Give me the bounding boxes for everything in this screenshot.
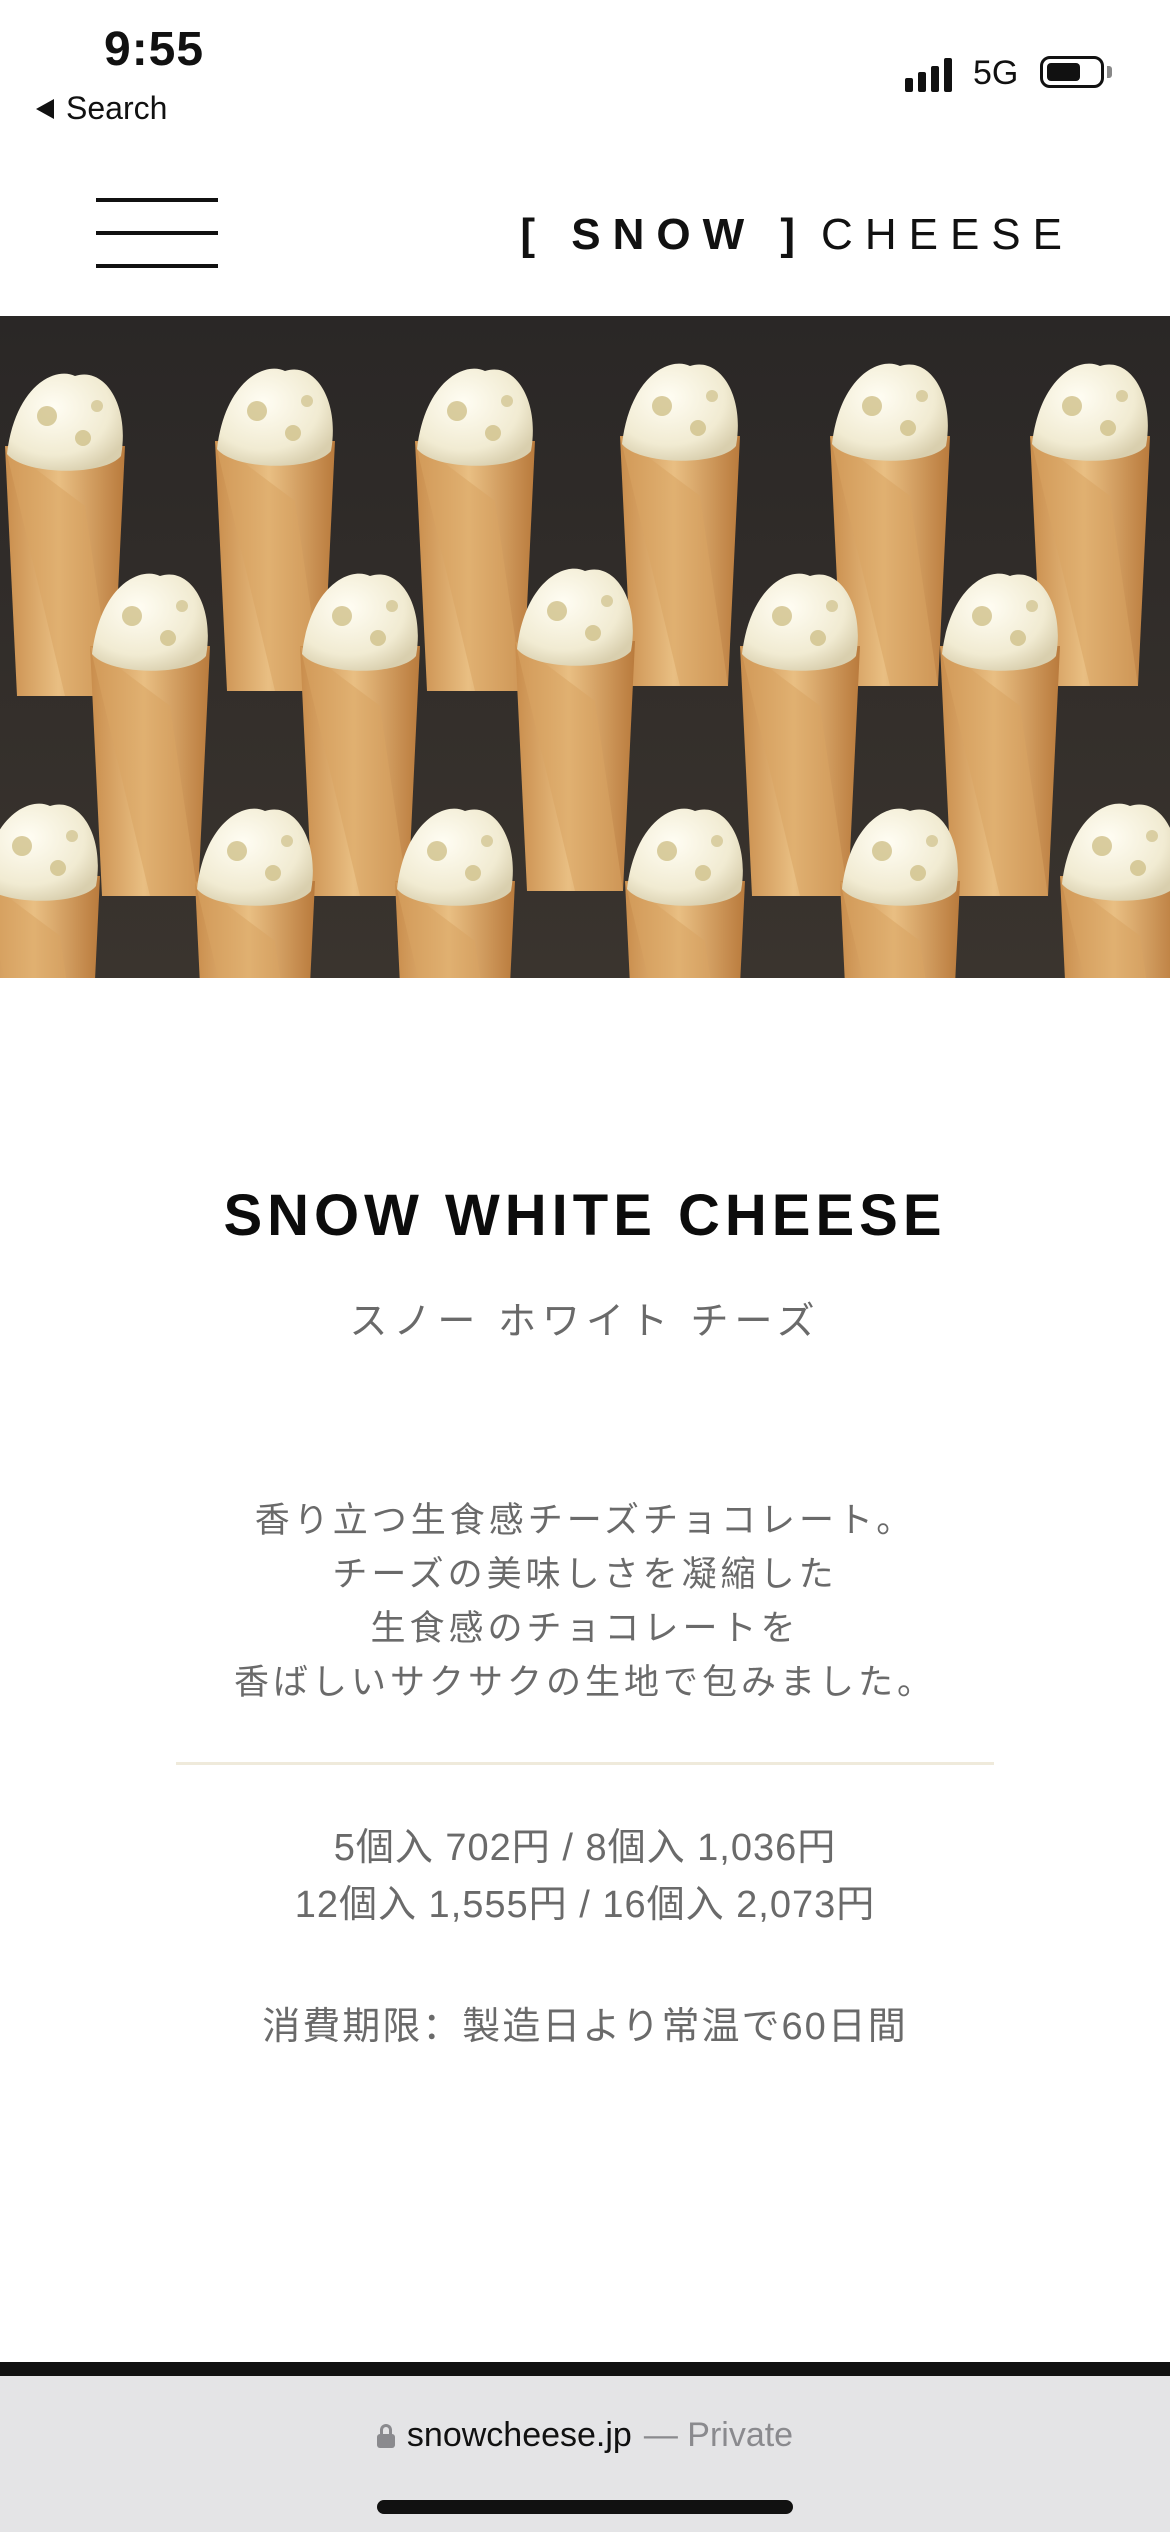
status-time: 9:55 xyxy=(104,23,205,76)
site-logo[interactable]: [ SNOW ] CHEESE xyxy=(520,210,1074,260)
battery-level xyxy=(1047,63,1080,81)
logo-cheese: CHEESE xyxy=(821,210,1074,259)
battery-icon xyxy=(1040,56,1104,88)
product-description: 香り立つ生食感チーズチョコレート。 チーズの美味しさを凝縮した 生食感のチョコレ… xyxy=(0,1494,1170,1710)
page-footer-edge xyxy=(0,2362,1170,2376)
status-bar: 9:55 Search 5G xyxy=(0,0,1170,140)
section-divider xyxy=(176,1762,994,1765)
back-to-search-button[interactable]: Search xyxy=(36,90,167,127)
description-line: 香ばしいサクサクの生地で包みました。 xyxy=(233,1663,936,1702)
cellular-signal-icon xyxy=(905,56,952,92)
price-line: 12個入 1,555円 / 16個入 2,073円 xyxy=(294,1884,876,1926)
product-title: SNOW WHITE CHEESE xyxy=(223,1183,947,1248)
logo-snow: [ SNOW ] xyxy=(520,210,808,259)
home-indicator[interactable] xyxy=(377,2500,793,2514)
description-line: チーズの美味しさを凝縮した xyxy=(332,1555,838,1594)
private-label: — Private xyxy=(643,2416,794,2454)
description-line: 香り立つ生食感チーズチョコレート。 xyxy=(254,1501,916,1540)
back-label: Search xyxy=(66,90,168,126)
lock-icon xyxy=(376,2423,395,2448)
hero-product-image xyxy=(0,316,1170,978)
price-line: 5個入 702円 / 8個入 1,036円 xyxy=(333,1827,837,1869)
description-line: 生食感のチョコレートを xyxy=(370,1609,800,1648)
hamburger-menu-icon[interactable] xyxy=(96,198,218,268)
product-kana-name: スノー ホワイト チーズ xyxy=(349,1301,821,1343)
back-arrow-icon xyxy=(36,98,54,119)
network-type: 5G xyxy=(973,54,1019,92)
url-domain: snowcheese.jp xyxy=(406,2416,632,2454)
price-list: 5個入 702円 / 8個入 1,036円 12個入 1,555円 / 16個入… xyxy=(0,1820,1170,1934)
expiry-info: 消費期限：製造日より常温で60日間 xyxy=(262,2006,908,2048)
url-row[interactable]: snowcheese.jp — Private xyxy=(0,2416,1170,2455)
battery-cap xyxy=(1107,66,1112,78)
site-header: [ SNOW ] CHEESE xyxy=(0,140,1170,316)
